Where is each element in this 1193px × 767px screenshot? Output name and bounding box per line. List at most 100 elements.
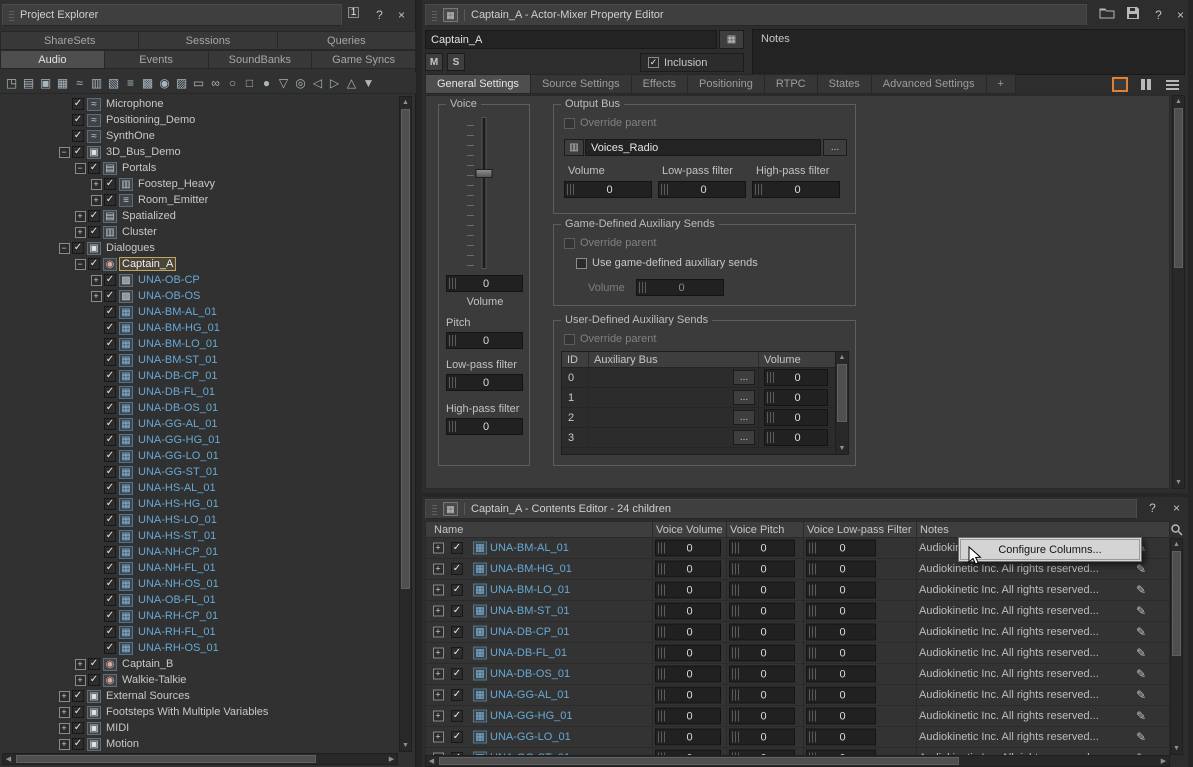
expand-icon[interactable]: +: [72, 227, 88, 238]
aux-bus-cell[interactable]: ...: [589, 368, 759, 387]
scroll-up-icon[interactable]: ▲: [1173, 96, 1184, 107]
voice-hpf-field[interactable]: 0: [446, 418, 523, 435]
row-volume-field[interactable]: 0: [655, 624, 721, 641]
help-icon[interactable]: ?: [371, 7, 388, 23]
expand-all-icon[interactable]: ▼: [360, 74, 377, 91]
tree-item[interactable]: ✓ ▦ UNA-DB-CP_01: [0, 368, 399, 384]
tab-sessions[interactable]: Sessions: [139, 31, 277, 50]
object-name-field[interactable]: Captain_A: [425, 30, 717, 49]
aux-volume-field[interactable]: 0: [764, 409, 828, 426]
property-editor-titlebar[interactable]: ▦ Captain_A - Actor-Mixer Property Edito…: [425, 4, 1087, 26]
tree-item-checkbox[interactable]: ✓: [104, 402, 116, 414]
column-header-name[interactable]: Name: [434, 522, 463, 537]
tree-item[interactable]: ✓ ▦ UNA-DB-FL_01: [0, 384, 399, 400]
row-lpf-field[interactable]: 0: [806, 666, 876, 683]
row-notes[interactable]: Audiokinetic Inc. All rights reserved...: [919, 668, 1131, 680]
tree-item-checkbox[interactable]: ✓: [104, 338, 116, 350]
contents-horizontal-scrollbar[interactable]: ◀ ▶: [425, 755, 1170, 767]
tree-item[interactable]: ✓ ▦ UNA-OB-FL_01: [0, 592, 399, 608]
tab-queries[interactable]: Queries: [278, 31, 416, 50]
save-icon[interactable]: [1124, 6, 1141, 22]
row-checkbox[interactable]: ✓: [451, 563, 463, 575]
browse-aux-bus-button[interactable]: ...: [733, 410, 755, 425]
scroll-up-icon[interactable]: ▲: [836, 352, 848, 363]
aux-bus-cell[interactable]: ...: [589, 428, 759, 447]
edit-notes-icon[interactable]: ✎: [1136, 688, 1146, 702]
collapse-icon[interactable]: −: [72, 163, 88, 174]
row-notes[interactable]: Audiokinetic Inc. All rights reserved...: [919, 626, 1131, 638]
scrollbar-thumb[interactable]: [401, 109, 410, 589]
tree-item-checkbox[interactable]: ✓: [72, 242, 84, 254]
scrollbar-thumb[interactable]: [1174, 108, 1183, 268]
tree-item[interactable]: ✓ ▦ UNA-HS-AL_01: [0, 480, 399, 496]
tree-item[interactable]: + ✓ ▥ Cluster: [0, 224, 399, 240]
row-lpf-field[interactable]: 0: [806, 624, 876, 641]
override-parent-checkbox[interactable]: Override parent: [564, 333, 656, 345]
mute-icon[interactable]: □: [241, 74, 258, 91]
tree-item-checkbox[interactable]: ✓: [104, 370, 116, 382]
row-volume-field[interactable]: 0: [655, 666, 721, 683]
tree-item[interactable]: ✓ ▦ UNA-BM-AL_01: [0, 304, 399, 320]
tree-item[interactable]: + ✓ ▣ Footsteps With Multiple Variables: [0, 704, 399, 720]
row-lpf-field[interactable]: 0: [806, 561, 876, 578]
expand-icon[interactable]: +: [430, 564, 446, 575]
tree-item[interactable]: ✓ ▦ UNA-RH-OS_01: [0, 640, 399, 656]
expand-icon[interactable]: +: [56, 739, 72, 750]
tree-item-checkbox[interactable]: ✓: [104, 514, 116, 526]
filter-icon[interactable]: ▽: [275, 74, 292, 91]
help-icon[interactable]: ?: [1150, 7, 1167, 23]
tab-states[interactable]: States: [818, 74, 872, 94]
tree-item[interactable]: ✓ ≈ Microphone: [0, 96, 399, 112]
tab-general-settings[interactable]: General Settings: [425, 74, 531, 94]
tree-item-checkbox[interactable]: ✓: [104, 450, 116, 462]
edit-notes-icon[interactable]: ✎: [1136, 625, 1146, 639]
tree-item-checkbox[interactable]: ✓: [104, 642, 116, 654]
tree-item[interactable]: − ✓ ▣ 3D_Bus_Demo: [0, 144, 399, 160]
scroll-down-icon[interactable]: ▼: [1173, 477, 1184, 488]
scroll-up-icon[interactable]: ▲: [1171, 539, 1182, 550]
row-notes[interactable]: Audiokinetic Inc. All rights reserved...: [919, 731, 1131, 743]
tree-item-checkbox[interactable]: ✓: [104, 274, 116, 286]
tab-game-syncs[interactable]: Game Syncs: [312, 50, 416, 69]
expand-icon[interactable]: +: [56, 707, 72, 718]
contents-vertical-scrollbar[interactable]: ▲ ▼: [1170, 538, 1183, 755]
row-pitch-field[interactable]: 0: [729, 666, 795, 683]
tree-item[interactable]: + ✓ ▣ External Sources: [0, 688, 399, 704]
aux-table-scrollbar[interactable]: ▲ ▼: [835, 352, 848, 454]
row-lpf-field[interactable]: 0: [806, 687, 876, 704]
scroll-left-icon[interactable]: ◀: [426, 756, 437, 766]
tree-vertical-scrollbar[interactable]: ▲ ▼: [399, 96, 412, 752]
solo-button[interactable]: S: [447, 53, 465, 71]
focus-view-icon[interactable]: [1112, 77, 1128, 92]
tab-rtpc[interactable]: RTPC: [765, 74, 818, 94]
tab-audio[interactable]: Audio: [0, 50, 105, 69]
create-workunit-icon[interactable]: ▣: [37, 74, 54, 91]
import-audio-icon[interactable]: ▦: [54, 74, 71, 91]
voice-pitch-field[interactable]: 0: [446, 332, 523, 349]
create-actor-mixer-icon[interactable]: ◉: [156, 74, 173, 91]
property-editor-scrollbar[interactable]: ▲ ▼: [1172, 95, 1185, 489]
edit-notes-icon[interactable]: ✎: [1136, 667, 1146, 681]
tree-item[interactable]: ✓ ▦ UNA-NH-FL_01: [0, 560, 399, 576]
tree-horizontal-scrollbar[interactable]: ◀ ▶: [2, 753, 398, 765]
edit-notes-icon[interactable]: ✎: [1136, 646, 1146, 660]
scrollbar-thumb[interactable]: [1172, 551, 1181, 656]
tree-item[interactable]: ✓ ▦ UNA-HS-HG_01: [0, 496, 399, 512]
row-checkbox[interactable]: ✓: [451, 710, 463, 722]
row-volume-field[interactable]: 0: [655, 708, 721, 725]
expand-icon[interactable]: +: [56, 691, 72, 702]
row-name[interactable]: UNA-BM-LO_01: [490, 584, 570, 596]
row-checkbox[interactable]: ✓: [451, 647, 463, 659]
tree-item[interactable]: − ✓ ◉ Captain_A: [0, 256, 399, 272]
tree-item-checkbox[interactable]: ✓: [104, 482, 116, 494]
aux-send-row[interactable]: 2 ... 0: [562, 408, 835, 428]
row-checkbox[interactable]: ✓: [451, 605, 463, 617]
scroll-right-icon[interactable]: ▶: [1158, 756, 1169, 766]
tab-source-settings[interactable]: Source Settings: [531, 74, 632, 94]
row-pitch-field[interactable]: 0: [729, 582, 795, 599]
aux-volume-field[interactable]: 0: [764, 389, 828, 406]
expand-icon[interactable]: +: [88, 179, 104, 190]
scrollbar-thumb[interactable]: [16, 755, 316, 763]
row-lpf-field[interactable]: 0: [806, 645, 876, 662]
tree-item-checkbox[interactable]: ✓: [104, 562, 116, 574]
